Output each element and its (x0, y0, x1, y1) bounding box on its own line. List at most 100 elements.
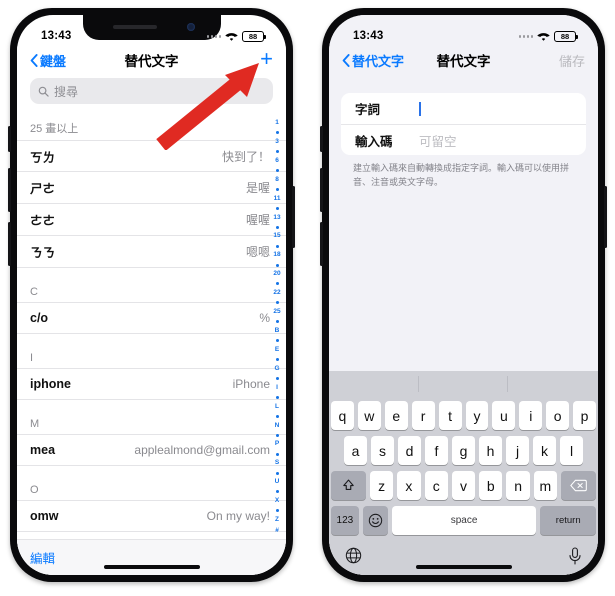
key-e[interactable]: e (384, 401, 408, 430)
key-s[interactable]: s (371, 436, 394, 465)
section-index-dot[interactable] (275, 169, 279, 173)
key-r[interactable]: r (411, 401, 435, 430)
section-index-dot[interactable] (275, 433, 279, 437)
add-text-replacement-button[interactable]: + (260, 48, 273, 72)
section-index-dot[interactable] (275, 263, 279, 267)
key-m[interactable]: m (533, 471, 558, 500)
shortcut-row[interactable]: 輸入碼 可留空 (341, 124, 586, 155)
section-index-dot[interactable] (275, 339, 279, 343)
section-index-item[interactable]: B (275, 327, 280, 335)
section-index-item[interactable]: 25 (273, 309, 280, 316)
section-index-item[interactable]: 1 (275, 119, 279, 127)
key-p[interactable]: p (573, 401, 597, 430)
key-g[interactable]: g (452, 436, 475, 465)
key-w[interactable]: w (357, 401, 381, 430)
onscreen-keyboard[interactable]: qwertyuiop asdfghjkl zxcvbnm 123 space r… (329, 397, 598, 575)
section-index-item[interactable]: 22 (273, 290, 280, 297)
key-c[interactable]: c (424, 471, 448, 500)
search-input[interactable]: 搜尋 (30, 78, 273, 104)
key-u[interactable]: u (492, 401, 516, 430)
section-index-dot[interactable] (275, 395, 279, 399)
key-q[interactable]: q (330, 401, 354, 430)
edit-button[interactable]: 編輯 (30, 548, 55, 567)
text-replacement-list[interactable]: 25 畫以上 ㄎㄌ 快到了！ ㄕㄜ 是喔 ㄜㄜ 喔喔 ㄋㄋ 嗯嗯 C c/o %… (17, 114, 286, 539)
key-f[interactable]: f (425, 436, 448, 465)
table-row[interactable]: ㄜㄜ 喔喔 (17, 204, 286, 236)
section-index-dot[interactable] (275, 301, 279, 305)
section-index-item[interactable]: 20 (273, 271, 280, 278)
section-index-item[interactable]: N (275, 422, 280, 430)
key-o[interactable]: o (546, 401, 570, 430)
section-index-item[interactable]: Z (275, 517, 279, 524)
table-row[interactable]: ㄕㄜ 是喔 (17, 172, 286, 204)
key-z[interactable]: z (369, 471, 394, 500)
save-button[interactable]: 儲存 (559, 51, 585, 70)
section-index-dot[interactable] (275, 414, 279, 418)
section-index-dot[interactable] (275, 150, 279, 154)
back-button-keyboard[interactable]: 鍵盤 (30, 51, 66, 70)
section-index-item[interactable]: 11 (274, 195, 281, 203)
section-index-dot[interactable] (275, 490, 279, 494)
section-index-item[interactable]: L (275, 403, 279, 411)
table-row[interactable]: omw On my way! (17, 500, 286, 532)
phrase-row[interactable]: 字詞 (341, 93, 586, 124)
key-j[interactable]: j (506, 436, 529, 465)
section-index-dot[interactable] (275, 320, 279, 324)
key-a[interactable]: a (344, 436, 367, 465)
section-index-item[interactable]: G (274, 365, 279, 373)
space-key[interactable]: space (391, 506, 537, 535)
key-h[interactable]: h (479, 436, 502, 465)
key-v[interactable]: v (451, 471, 476, 500)
section-index-item[interactable]: X (275, 498, 279, 505)
section-index-item[interactable]: S (275, 460, 279, 467)
section-index-item[interactable]: 8 (275, 176, 279, 184)
section-index-dot[interactable] (275, 452, 279, 456)
back-button-text-replacement[interactable]: 替代文字 (342, 51, 404, 70)
section-index-item[interactable]: P (275, 441, 279, 448)
key-k[interactable]: k (533, 436, 556, 465)
edit-toolbar: 編輯 (17, 539, 286, 575)
table-row[interactable]: ㄋㄋ 嗯嗯 (17, 236, 286, 268)
return-key[interactable]: return (540, 506, 596, 535)
section-index-item[interactable]: 3 (275, 138, 279, 146)
section-index-dot[interactable] (275, 206, 279, 210)
section-index-dot[interactable] (275, 225, 279, 229)
section-index-item[interactable]: E (275, 346, 279, 354)
key-t[interactable]: t (438, 401, 462, 430)
shortcut-field-placeholder[interactable]: 可留空 (419, 131, 457, 150)
section-index-item[interactable]: 18 (273, 252, 280, 259)
key-n[interactable]: n (506, 471, 530, 500)
table-row[interactable]: iphone iPhone (17, 368, 286, 400)
section-index-item[interactable]: # (275, 528, 279, 535)
table-row[interactable]: mea applealmond@gmail.com (17, 434, 286, 466)
key-x[interactable]: x (397, 471, 421, 500)
section-index-item[interactable]: 6 (275, 157, 279, 165)
section-index-dot[interactable] (275, 471, 279, 475)
section-index-scrubber[interactable]: 1 3 6 8 11 13 15 18 20 22 25 B E G I L N P S U X Z # (270, 119, 284, 535)
key-l[interactable]: l (560, 436, 583, 465)
section-index-dot[interactable] (275, 509, 279, 513)
key-y[interactable]: y (465, 401, 489, 430)
key-d[interactable]: d (398, 436, 421, 465)
backspace-key[interactable] (561, 471, 596, 500)
section-index-dot[interactable] (275, 244, 279, 248)
section-index-item[interactable]: 13 (273, 214, 280, 222)
table-row[interactable]: c/o % (17, 302, 286, 334)
shift-key[interactable] (331, 471, 366, 500)
globe-key[interactable] (345, 547, 362, 569)
section-index-dot[interactable] (275, 358, 279, 362)
section-index-item[interactable]: 15 (273, 233, 280, 240)
emoji-key[interactable] (362, 506, 388, 535)
table-row[interactable]: ㄎㄌ 快到了！ (17, 140, 286, 172)
section-index-item[interactable]: I (276, 384, 278, 392)
section-index-dot[interactable] (275, 131, 279, 135)
dictation-key[interactable] (568, 546, 582, 570)
key-i[interactable]: i (519, 401, 543, 430)
predictive-suggestion-bar[interactable] (329, 371, 598, 397)
section-index-dot[interactable] (275, 376, 279, 380)
section-index-dot[interactable] (275, 187, 279, 191)
key-b[interactable]: b (479, 471, 503, 500)
section-index-item[interactable]: U (275, 479, 280, 486)
numeric-key[interactable]: 123 (331, 506, 359, 535)
section-index-dot[interactable] (275, 282, 279, 286)
